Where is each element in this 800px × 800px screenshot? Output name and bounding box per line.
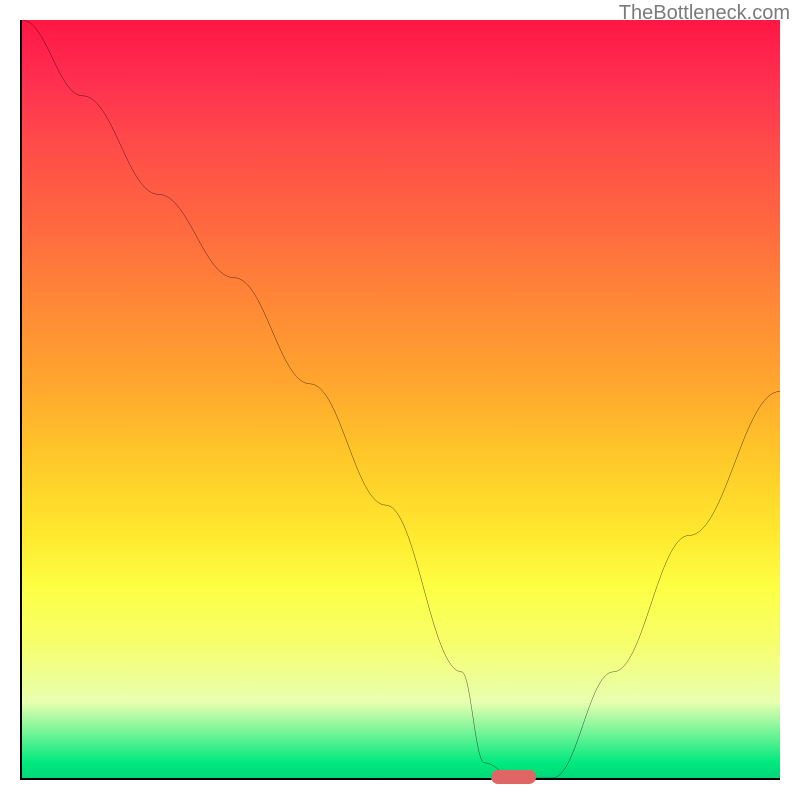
bottleneck-curve: [22, 20, 780, 778]
curve-path: [22, 20, 780, 778]
watermark-text: TheBottleneck.com: [619, 2, 790, 25]
plot-area: [20, 20, 780, 780]
minimum-marker: [491, 770, 536, 784]
chart-container: TheBottleneck.com: [0, 0, 800, 800]
